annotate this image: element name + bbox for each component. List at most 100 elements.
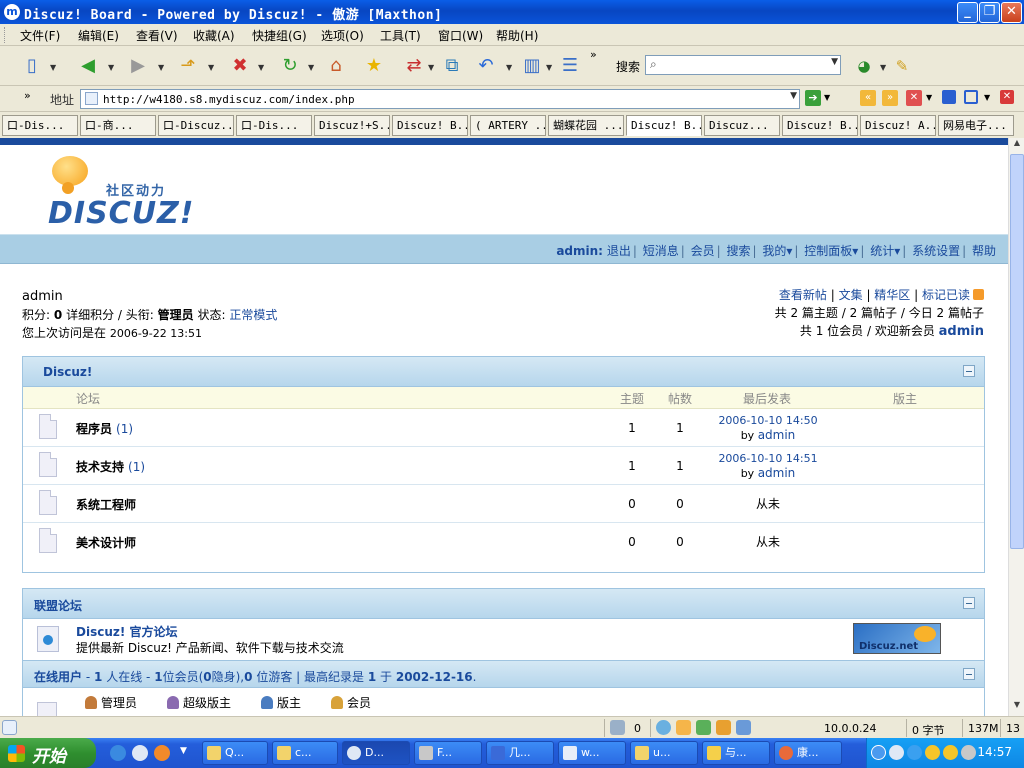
nav-stats[interactable]: 统计▾ (870, 244, 900, 258)
minimize-button[interactable]: _ (957, 2, 978, 23)
tray-maxthon-icon[interactable] (889, 745, 904, 760)
maxthon-app-icon[interactable]: m (4, 4, 20, 20)
address-box[interactable]: ▼ (80, 89, 800, 109)
edit-icon[interactable] (736, 720, 751, 735)
menu-tools[interactable]: 工具(T) (380, 27, 421, 44)
browser-tab[interactable]: 网易电子... (938, 115, 1014, 136)
forward-dropdown[interactable]: ▼ (158, 63, 164, 72)
quicklaunch-more-icon[interactable]: ▼ (180, 746, 187, 756)
menu-file[interactable]: 文件(F) (20, 27, 60, 44)
menu-help[interactable]: 帮助(H) (496, 27, 538, 44)
forum-name-link[interactable]: 程序员 (76, 422, 112, 436)
up-icon[interactable]: ⬏ (174, 52, 202, 80)
last-post-user[interactable]: admin (758, 428, 796, 442)
forum-name-link[interactable]: 技术支持 (76, 460, 124, 474)
taskbar-item[interactable]: 康... (774, 741, 842, 765)
menubar-grip[interactable] (4, 27, 7, 43)
media-quicklaunch-icon[interactable] (154, 745, 170, 761)
close-tab-icon[interactable]: ✕ (906, 90, 922, 106)
alliance-title[interactable]: 联盟论坛 (34, 597, 82, 614)
browser-tab[interactable]: Discuz!+S... (314, 115, 390, 136)
browser-tab[interactable]: 口-Dis... (2, 115, 78, 136)
taskbar-item-active[interactable]: D... (342, 741, 410, 765)
nav-logout[interactable]: 退出 (607, 244, 631, 258)
highlight-icon[interactable]: ✎ (888, 52, 916, 80)
trash-icon[interactable] (610, 720, 625, 735)
taskbar-item[interactable]: u... (630, 741, 698, 765)
digest-link[interactable]: 精华区 (874, 288, 910, 302)
menu-groups[interactable]: 快捷组(G) (252, 27, 307, 44)
collapse-icon[interactable] (963, 668, 975, 680)
new-page-icon[interactable]: ▯ (18, 52, 46, 80)
nav-help[interactable]: 帮助 (972, 244, 996, 258)
collections-link[interactable]: 文集 (839, 288, 863, 302)
addressbar-more-icon[interactable]: » (24, 89, 31, 102)
forum-name-link[interactable]: 系统工程师 (76, 498, 136, 512)
search-input[interactable] (666, 57, 816, 73)
toolbar-more-icon[interactable]: » (590, 48, 597, 61)
refresh-icon[interactable]: ↻ (276, 52, 304, 80)
home-icon[interactable]: ⌂ (322, 52, 350, 80)
undo-close-dropdown[interactable]: ▼ (506, 63, 512, 72)
taskbar-item[interactable]: Q... (202, 741, 268, 765)
next-tab-icon[interactable]: » (882, 90, 898, 106)
browser-tab[interactable]: Discuz... (704, 115, 780, 136)
detail-points-link[interactable]: 详细积分 (66, 308, 114, 322)
sync-icon[interactable] (656, 720, 671, 735)
mark-read-link[interactable]: 标记已读 (922, 288, 970, 302)
online-label[interactable]: 在线用户 (34, 670, 82, 684)
search-dropdown-icon[interactable]: ▼ (831, 57, 838, 67)
start-button[interactable]: 开始 (0, 738, 96, 768)
menu-favorites[interactable]: 收藏(A) (193, 27, 235, 44)
system-clock[interactable]: 14:57 (977, 745, 1012, 759)
close-tab-dropdown[interactable]: ▼ (926, 93, 932, 102)
nav-members[interactable]: 会员 (691, 244, 715, 258)
browser-tab[interactable]: Discuz! B... (392, 115, 468, 136)
category-title[interactable]: Discuz! (43, 365, 92, 379)
search-box[interactable]: ⌕ ▼ (645, 55, 841, 75)
menu-window[interactable]: 窗口(W) (438, 27, 483, 44)
nav-my[interactable]: 我的▾ (762, 244, 792, 258)
maxthon-quicklaunch-icon[interactable] (132, 745, 148, 761)
taskbar-item[interactable]: c... (272, 741, 338, 765)
search-engine-dropdown[interactable]: ▼ (880, 63, 886, 72)
status-link[interactable]: 正常模式 (229, 308, 277, 322)
taskbar-item[interactable]: 与... (702, 741, 770, 765)
last-post-date[interactable]: 2006-10-10 14:51 (703, 451, 833, 466)
prev-tab-icon[interactable]: « (860, 90, 876, 106)
scroll-thumb[interactable] (1010, 154, 1024, 549)
go-dropdown[interactable]: ▼ (824, 93, 830, 102)
taskbar-item[interactable]: 几... (486, 741, 554, 765)
browser-tab[interactable]: 口-商... (80, 115, 156, 136)
go-icon[interactable]: ➔ (805, 90, 821, 106)
tab-restore-icon[interactable] (964, 90, 978, 104)
url-input[interactable] (103, 91, 783, 107)
menu-edit[interactable]: 编辑(E) (78, 27, 119, 44)
last-post-date[interactable]: 2006-10-10 14:50 (703, 413, 833, 428)
open-external-icon[interactable]: ⧉ (438, 52, 466, 80)
nav-messages[interactable]: 短消息 (643, 244, 679, 258)
script-icon[interactable] (696, 720, 711, 735)
columns-dropdown[interactable]: ▼ (546, 63, 552, 72)
translate-icon[interactable]: ⇄ (400, 52, 428, 80)
view-new-posts-link[interactable]: 查看新帖 (779, 288, 827, 302)
alliance-name-link[interactable]: Discuz! 官方论坛 (76, 623, 178, 640)
translate-dropdown[interactable]: ▼ (428, 63, 434, 72)
tab-restore-dropdown[interactable]: ▼ (984, 93, 990, 102)
scroll-up-icon[interactable]: ▲ (1010, 138, 1024, 154)
close-button[interactable]: ✕ (1001, 2, 1022, 23)
tray-qq2-icon[interactable] (943, 745, 958, 760)
rss-icon[interactable] (973, 289, 984, 300)
browser-tab[interactable]: 口-Discuz... (158, 115, 234, 136)
flash-icon[interactable] (716, 720, 731, 735)
stop-icon[interactable]: ✖ (226, 52, 254, 80)
nav-control-panel[interactable]: 控制面板▾ (804, 244, 858, 258)
browser-tab[interactable]: Discuz! A... (860, 115, 936, 136)
proxy-icon[interactable] (676, 720, 691, 735)
browser-tab[interactable]: ( ARTERY ... (470, 115, 546, 136)
browser-tab[interactable]: 蝴蝶花园 ... (548, 115, 624, 136)
window-title-bar[interactable]: m Discuz! Board - Powered by Discuz! - 傲… (0, 0, 1024, 24)
nav-username[interactable]: admin: (556, 244, 603, 258)
browser-tab-active[interactable]: Discuz! B... (626, 115, 702, 136)
newest-member-link[interactable]: admin (939, 324, 984, 339)
